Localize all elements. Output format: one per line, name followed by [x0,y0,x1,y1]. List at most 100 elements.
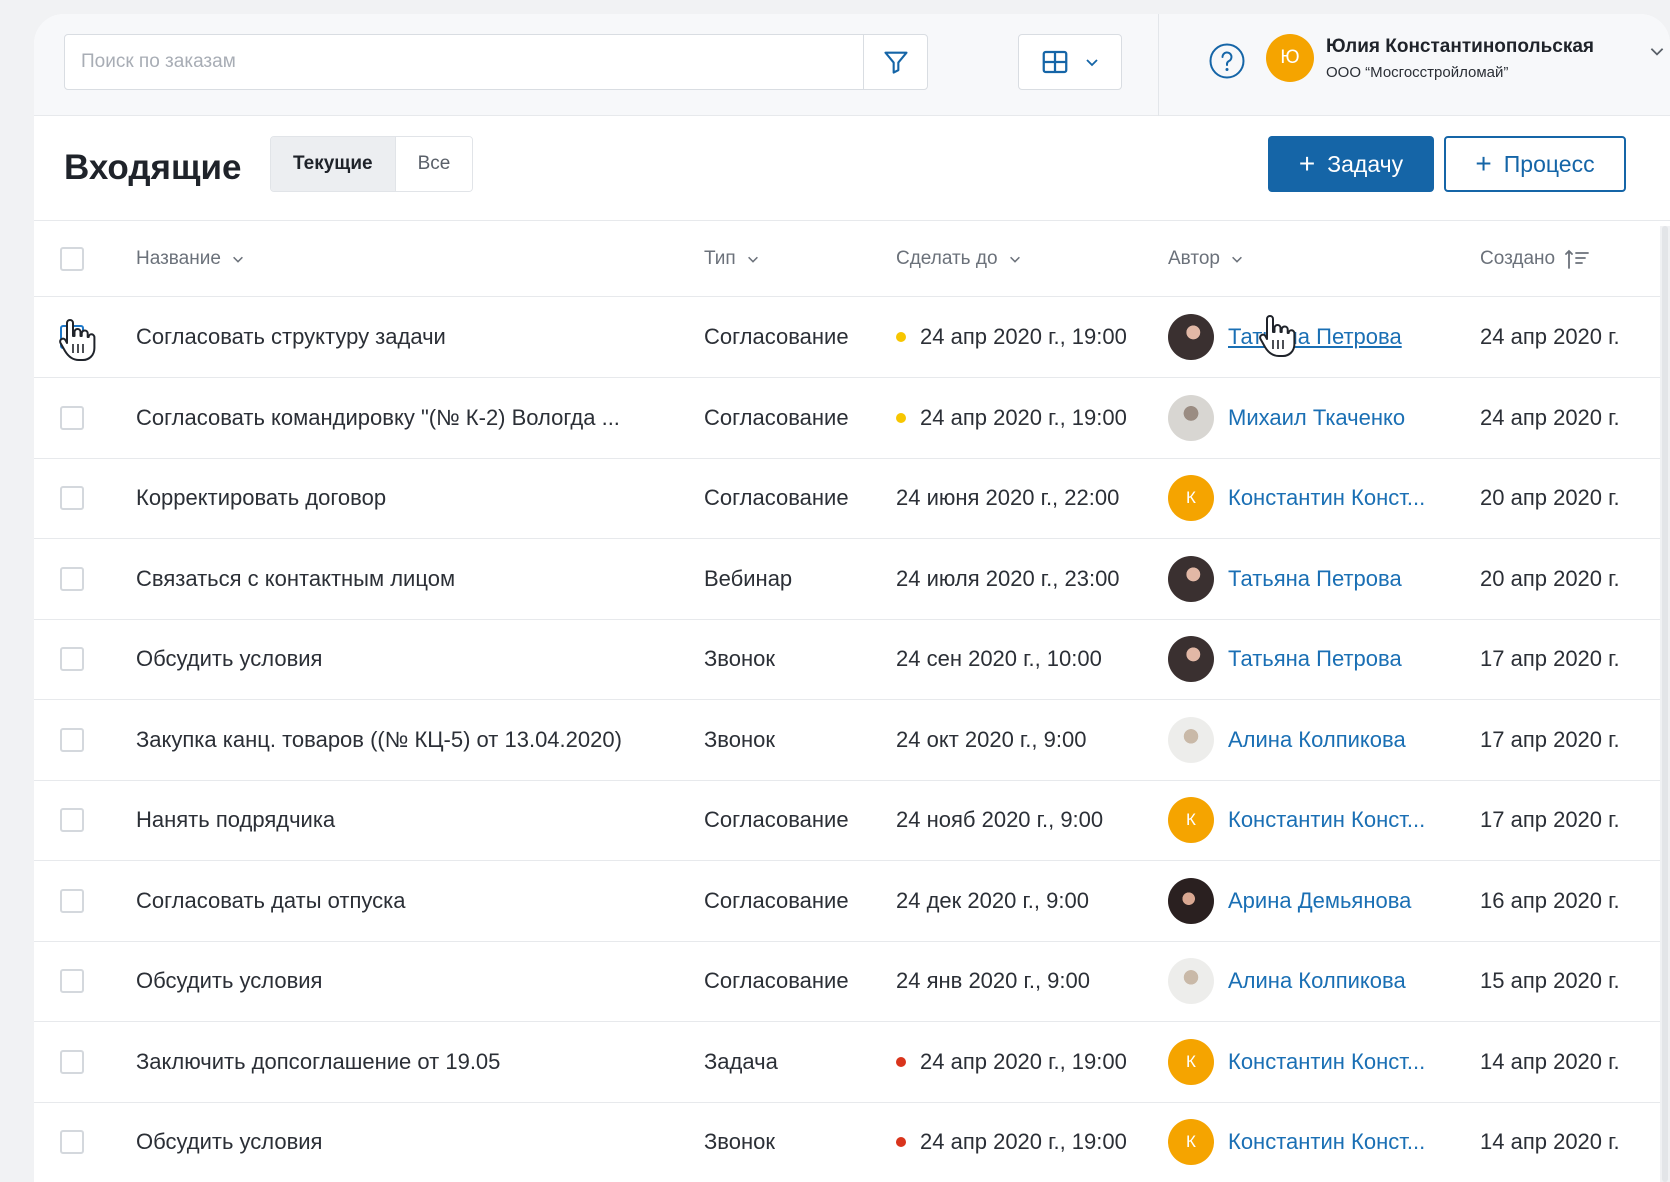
table-row[interactable]: Нанять подрядчика Согласование 24 нояб 202… [34,781,1670,861]
row-checkbox[interactable] [60,325,84,349]
user-menu[interactable]: Ю Юлия Константинопольская ООО “Мосгосст… [1266,34,1664,82]
search-input[interactable] [65,35,863,89]
task-name[interactable]: Обсудить условия [136,968,322,994]
table-row[interactable]: Закупка канц. товаров ((№ КЦ-5) от 13.04… [34,700,1670,781]
status-dot [896,412,906,423]
task-name[interactable]: Корректировать договор [136,485,386,511]
table-body: Согласовать структуру задачи Согласование… [34,297,1670,1182]
row-checkbox[interactable] [60,1049,84,1074]
created-date: 14 апр 2020 г. [1480,1129,1620,1155]
row-checkbox[interactable] [60,1130,84,1155]
grid-view-icon [1042,50,1068,74]
task-name[interactable]: Связаться с контактным лицом [136,566,455,592]
chevron-down-icon [232,256,243,263]
column-header-author[interactable]: Автор [1168,221,1244,296]
row-checkbox[interactable] [60,566,84,591]
task-type: Задача [704,1048,778,1074]
author-avatar: К [1168,1119,1214,1166]
plus-icon: + [1475,148,1492,179]
task-type: Звонок [704,1129,775,1155]
top-bar-divider [1158,14,1159,116]
due-date: 24 июня 2020 г., 22:00 [896,485,1120,511]
task-name[interactable]: Нанять подрядчика [136,807,335,833]
task-name[interactable]: Закупка канц. товаров ((№ КЦ-5) от 13.04… [136,727,622,753]
table-row[interactable]: Обсудить условия Звонок 24 апр 2020 г., 19… [34,1103,1670,1182]
author-avatar [1168,636,1214,683]
task-type: Согласование [704,807,849,833]
author-link[interactable]: Татьяна Петрова [1228,646,1402,672]
task-type: Согласование [704,887,849,913]
scrollbar[interactable] [1660,226,1670,1182]
tab-all[interactable]: Все [394,137,473,191]
row-checkbox[interactable] [60,727,84,752]
add-process-button[interactable]: + Процесс [1444,136,1626,192]
select-all-checkbox[interactable] [60,246,84,271]
task-type: Согласование [704,485,849,511]
row-checkbox[interactable] [60,888,84,913]
column-label: Название [136,247,221,269]
task-type: Согласование [704,404,849,430]
column-header-type[interactable]: Тип [704,221,760,296]
row-checkbox[interactable] [60,808,84,833]
table-row[interactable]: Согласовать даты отпуска Согласование 24 д… [34,861,1670,942]
column-label: Тип [704,247,736,269]
task-name[interactable]: Согласовать командировку "(№ К-2) Вологд… [136,405,620,431]
table-row[interactable]: Обсудить условия Согласование 24 янв 2020 … [34,942,1670,1022]
column-header-due[interactable]: Сделать до [896,221,1022,296]
row-checkbox[interactable] [60,486,84,511]
chevron-down-icon [747,256,758,263]
table-row[interactable]: Согласовать структуру задачи Согласование… [34,297,1670,378]
author-link[interactable]: Алина Колпикова [1228,968,1406,994]
author-avatar [1168,716,1214,763]
author-link[interactable]: Татьяна Петрова [1228,324,1402,350]
task-name[interactable]: Обсудить условия [136,1129,322,1155]
task-name[interactable]: Согласовать структуру задачи [136,324,446,350]
author-link[interactable]: Константин Конст... [1228,485,1425,511]
created-date: 14 апр 2020 г. [1480,1048,1620,1074]
created-date: 20 апр 2020 г. [1480,565,1620,591]
table-row[interactable]: Связаться с контактным лицом Вебинар 24 ию… [34,539,1670,620]
row-checkbox[interactable] [60,969,84,994]
row-checkbox[interactable] [60,405,84,430]
table-row[interactable]: Корректировать договор Согласование 24 июн… [34,459,1670,539]
column-header-name[interactable]: Название [136,221,245,296]
author-avatar [1168,394,1214,441]
table-row[interactable]: Заключить допсоглашение от 19.05 Задача 24… [34,1022,1670,1103]
column-header-created[interactable]: Создано [1480,221,1591,296]
row-checkbox[interactable] [60,647,84,672]
help-icon [1209,43,1245,79]
table-header: Название Тип Сделать до Автор Создано [34,221,1670,297]
tab-current[interactable]: Текущие [271,137,395,191]
due-date: 24 июля 2020 г., 23:00 [896,565,1120,591]
filter-icon [883,51,908,74]
column-label: Создано [1480,247,1556,269]
table-row[interactable]: Согласовать командировку "(№ К-2) Вологд… [34,378,1670,459]
task-type: Звонок [704,726,775,752]
due-date: 24 апр 2020 г., 19:00 [920,1129,1127,1155]
chevron-down-icon [1086,59,1098,67]
task-name[interactable]: Заключить допсоглашение от 19.05 [136,1049,500,1075]
author-link[interactable]: Константин Конст... [1228,807,1425,833]
top-bar: Ю Юлия Константинопольская ООО “Мосгосст… [34,14,1670,116]
author-link[interactable]: Татьяна Петрова [1228,566,1402,592]
author-avatar [1168,958,1214,1005]
author-link[interactable]: Константин Конст... [1228,1129,1425,1155]
created-date: 17 апр 2020 г. [1480,807,1620,833]
scrollbar-thumb[interactable] [1662,226,1668,1182]
add-task-button[interactable]: + Задачу [1268,136,1434,192]
help-button[interactable] [1208,42,1246,80]
author-link[interactable]: Михаил Ткаченко [1228,405,1405,431]
task-name[interactable]: Согласовать даты отпуска [136,888,406,914]
author-link[interactable]: Константин Конст... [1228,1049,1425,1075]
view-mode-button[interactable] [1018,34,1122,90]
author-avatar [1168,555,1214,602]
author-link[interactable]: Арина Демьянова [1228,888,1411,914]
task-name[interactable]: Обсудить условия [136,646,322,672]
filter-button[interactable] [863,35,927,89]
task-type: Согласование [704,324,849,349]
author-link[interactable]: Алина Колпикова [1228,727,1406,753]
due-date: 24 нояб 2020 г., 9:00 [896,807,1104,833]
user-name: Юлия Константинопольская [1326,35,1594,57]
table-row[interactable]: Обсудить условия Звонок 24 сен 2020 г., 10… [34,620,1670,700]
add-process-label: Процесс [1503,150,1595,177]
